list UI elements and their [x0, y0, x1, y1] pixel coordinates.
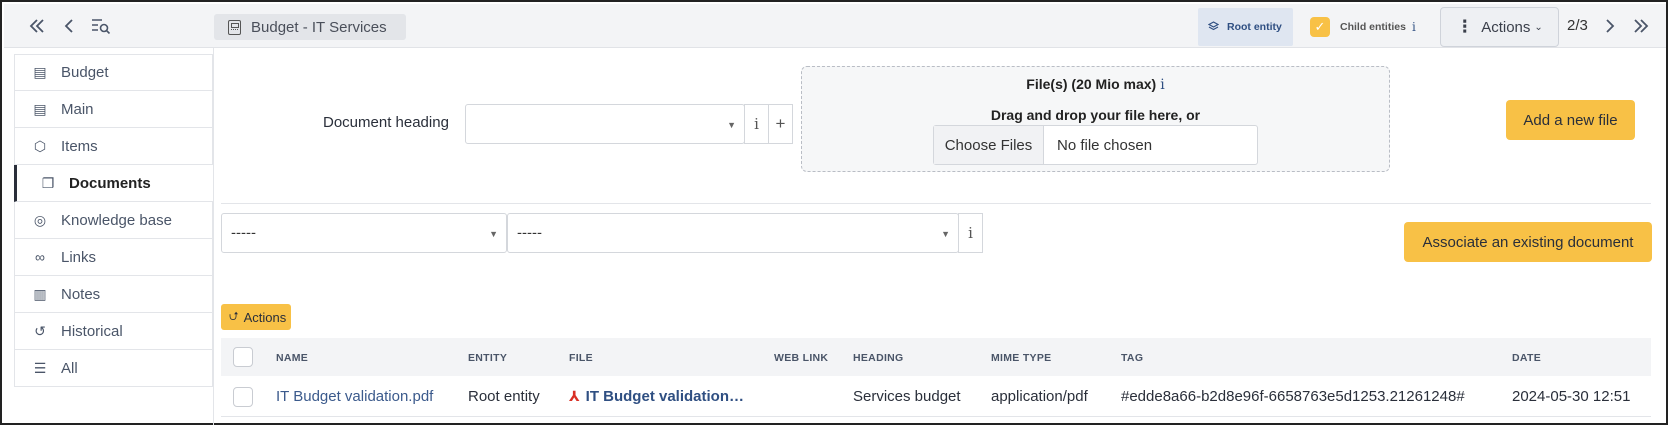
dropzone-title: File(s) (20 Mio max) [1026, 76, 1157, 92]
choose-files-button[interactable]: Choose Files [934, 126, 1044, 164]
calculator-icon: ▤ [33, 64, 47, 80]
column-header-name[interactable]: NAME [276, 352, 308, 364]
calculator-icon [228, 19, 241, 35]
info-icon[interactable]: i [958, 213, 983, 253]
double-chevron-right-icon[interactable] [1630, 15, 1652, 37]
sidebar-item-label: Items [61, 137, 98, 155]
document-tag: #edde8a66-b2d8e96f-6658763e5d1253.212612… [1121, 388, 1465, 405]
sidebar-item-label: Knowledge base [61, 211, 172, 229]
table-header: NAME ENTITY FILE WEB LINK HEADING MIME T… [221, 338, 1651, 376]
entity-filter-select[interactable]: ----- ▼ [221, 213, 507, 253]
sidebar-item-items[interactable]: ⬡ Items [14, 128, 213, 165]
bulk-actions-button[interactable]: ⮍ Actions [221, 304, 291, 330]
section-divider [221, 203, 1651, 204]
sidebar-item-main[interactable]: ▤ Main [14, 91, 213, 128]
column-header-web-link[interactable]: WEB LINK [774, 352, 828, 364]
sidebar-item-label: Historical [61, 322, 123, 340]
document-file-label: IT Budget validation… [585, 388, 744, 405]
check-icon[interactable]: ✓ [1310, 17, 1330, 37]
document-mime-type: application/pdf [991, 388, 1088, 405]
document-name-link[interactable]: IT Budget validation.pdf [276, 388, 433, 405]
no-file-chosen-text: No file chosen [1057, 136, 1153, 154]
file-input[interactable]: Choose Files No file chosen [933, 125, 1258, 165]
link-icon: ∞ [35, 249, 45, 265]
caret-down-icon: ▼ [489, 229, 498, 239]
lifebuoy-icon: ◎ [33, 211, 47, 228]
select-all-checkbox[interactable] [233, 347, 253, 367]
stack-icon: ☰ [33, 359, 47, 376]
app-window: Budget - IT Services Root entity ✓ Child… [0, 0, 1668, 425]
document-heading-select[interactable]: ▼ [465, 104, 745, 144]
list-search-icon[interactable] [90, 15, 112, 37]
caret-down-icon: ▼ [727, 120, 736, 130]
column-header-tag[interactable]: TAG [1121, 352, 1143, 364]
pdf-icon: ⅄ [569, 388, 580, 404]
document-select[interactable]: ----- ▼ [507, 213, 959, 253]
column-header-heading[interactable]: HEADING [853, 352, 904, 364]
column-header-file[interactable]: FILE [569, 352, 593, 364]
root-entity-label: Root entity [1227, 21, 1282, 33]
child-entities-toggle[interactable]: ✓ Child entities i [1302, 10, 1432, 44]
column-header-mime-type[interactable]: MIME TYPE [991, 352, 1051, 364]
entity-filter-value: ----- [231, 224, 256, 242]
sidebar-divider [213, 48, 214, 425]
sidebar-item-links[interactable]: ∞ Links [14, 239, 213, 276]
cube-icon: ⬡ [33, 137, 47, 154]
sidebar-item-all[interactable]: ☰ All [14, 350, 213, 387]
sidebar-item-knowledge-base[interactable]: ◎ Knowledge base [14, 202, 213, 239]
chevron-left-icon[interactable] [58, 15, 80, 37]
chevron-down-icon: ⌄ [1534, 21, 1543, 33]
info-icon[interactable]: i [1412, 20, 1416, 34]
sidebar-item-budget[interactable]: ▤ Budget [14, 54, 213, 91]
calculator-icon: ▤ [33, 100, 47, 117]
actions-dropdown-button[interactable]: ⋮ Actions ⌄ [1440, 7, 1559, 47]
sidebar-item-label: Budget [61, 64, 109, 81]
layers-icon [1207, 20, 1220, 34]
document-date: 2024-05-30 12:51 [1512, 388, 1631, 405]
table-row: IT Budget validation.pdf Root entity ⅄ I… [221, 377, 1651, 417]
actions-label: Actions [1481, 18, 1531, 36]
child-entities-label: Child entities [1340, 21, 1406, 33]
corner-arrow-icon: ⮍ [229, 308, 239, 323]
dropzone-subtitle: Drag and drop your file here, or [990, 107, 1201, 123]
info-icon[interactable]: i [744, 104, 769, 144]
chevron-right-icon[interactable] [1599, 15, 1621, 37]
caret-down-icon: ▼ [941, 229, 950, 239]
document-heading-label: Document heading [323, 114, 449, 131]
column-header-entity[interactable]: ENTITY [468, 352, 507, 364]
sidebar-item-documents[interactable]: ❐ Documents [14, 165, 213, 202]
root-entity-toggle[interactable]: Root entity [1198, 8, 1293, 46]
document-entity: Root entity [468, 388, 540, 405]
row-checkbox[interactable] [233, 387, 253, 407]
sidebar-item-historical[interactable]: ↺ Historical [14, 313, 213, 350]
sidebar: ▤ Budget ▤ Main ⬡ Items ❐ Documents ◎ Kn… [14, 54, 213, 387]
dropzone-title-row: File(s) (20 Mio max) i [802, 76, 1389, 93]
add-new-file-button[interactable]: Add a new file [1506, 100, 1635, 140]
document-select-value: ----- [517, 224, 542, 242]
breadcrumb: Budget - IT Services [214, 14, 406, 40]
document-file-link[interactable]: ⅄ IT Budget validation… [569, 388, 744, 405]
documents-icon: ❐ [41, 174, 55, 191]
plus-icon[interactable]: + [768, 104, 793, 144]
vertical-dots-icon: ⋮ [1456, 17, 1474, 36]
sidebar-item-label: Links [61, 248, 97, 266]
top-bar: Budget - IT Services Root entity ✓ Child… [4, 4, 1666, 48]
bulk-actions-label: Actions [243, 309, 287, 325]
double-chevron-left-icon[interactable] [26, 15, 48, 37]
file-dropzone[interactable]: File(s) (20 Mio max) i Drag and drop your… [801, 66, 1390, 172]
breadcrumb-title: Budget - IT Services [251, 18, 387, 36]
info-icon[interactable]: i [1160, 77, 1164, 93]
note-icon: ▥ [33, 285, 47, 302]
associate-existing-document-button[interactable]: Associate an existing document [1404, 222, 1652, 262]
sidebar-item-label: Main [61, 100, 94, 118]
sidebar-item-label: Documents [69, 174, 151, 192]
column-header-date[interactable]: DATE [1512, 352, 1541, 364]
history-icon: ↺ [34, 322, 46, 339]
sidebar-item-notes[interactable]: ▥ Notes [14, 276, 213, 313]
sidebar-item-label: Notes [61, 285, 101, 303]
sidebar-item-label: All [61, 359, 78, 377]
pager-count: 2/3 [1567, 17, 1588, 34]
document-heading: Services budget [853, 388, 961, 405]
